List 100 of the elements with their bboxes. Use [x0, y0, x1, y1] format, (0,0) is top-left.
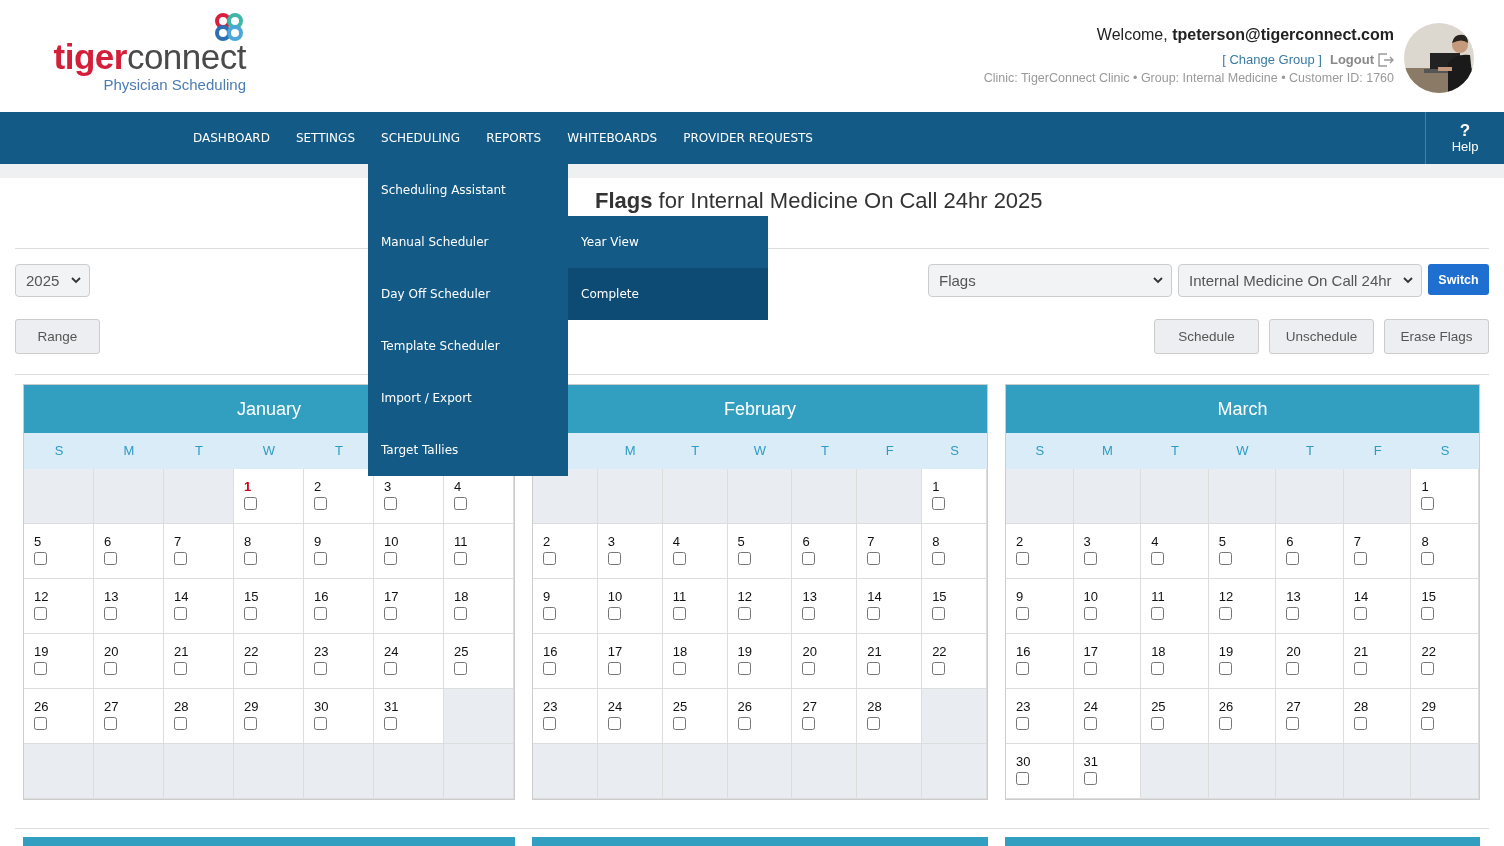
day-checkbox[interactable] — [1421, 552, 1435, 565]
day-checkbox[interactable] — [1083, 607, 1097, 620]
day-checkbox[interactable] — [802, 607, 816, 620]
day-checkbox[interactable] — [1083, 717, 1097, 730]
day-checkbox[interactable] — [737, 717, 751, 730]
day-checkbox[interactable] — [34, 662, 47, 675]
day-checkbox[interactable] — [607, 662, 621, 675]
day-checkbox[interactable] — [1286, 552, 1300, 565]
day-checkbox[interactable] — [1151, 552, 1165, 565]
day-checkbox[interactable] — [454, 552, 467, 565]
day-checkbox[interactable] — [1286, 717, 1300, 730]
nav-item[interactable]: PROVIDER REQUESTS — [670, 112, 826, 164]
day-checkbox[interactable] — [384, 552, 397, 565]
day-checkbox[interactable] — [1421, 662, 1435, 675]
day-checkbox[interactable] — [867, 607, 881, 620]
day-checkbox[interactable] — [1016, 607, 1029, 620]
day-checkbox[interactable] — [867, 717, 881, 730]
day-checkbox[interactable] — [244, 662, 257, 675]
day-checkbox[interactable] — [384, 717, 397, 730]
day-checkbox[interactable] — [174, 717, 187, 730]
day-checkbox[interactable] — [1286, 607, 1300, 620]
nav-item[interactable]: SCHEDULING — [368, 112, 474, 164]
day-checkbox[interactable] — [1353, 607, 1367, 620]
day-checkbox[interactable] — [737, 552, 751, 565]
day-checkbox[interactable] — [1421, 607, 1435, 620]
nav-item[interactable]: DASHBOARD — [180, 112, 283, 164]
day-checkbox[interactable] — [932, 607, 946, 620]
day-checkbox[interactable] — [1016, 772, 1029, 785]
day-checkbox[interactable] — [1218, 717, 1232, 730]
day-checkbox[interactable] — [1083, 552, 1097, 565]
day-checkbox[interactable] — [543, 607, 556, 620]
day-checkbox[interactable] — [174, 552, 187, 565]
day-checkbox[interactable] — [1353, 662, 1367, 675]
day-checkbox[interactable] — [607, 607, 621, 620]
day-checkbox[interactable] — [607, 552, 621, 565]
day-checkbox[interactable] — [314, 717, 327, 730]
day-checkbox[interactable] — [607, 717, 621, 730]
day-checkbox[interactable] — [1421, 717, 1435, 730]
day-checkbox[interactable] — [1218, 552, 1232, 565]
day-checkbox[interactable] — [314, 497, 327, 510]
day-checkbox[interactable] — [104, 717, 117, 730]
action-button[interactable]: Erase Flags — [1384, 319, 1489, 354]
day-checkbox[interactable] — [867, 662, 881, 675]
day-checkbox[interactable] — [1016, 662, 1029, 675]
day-checkbox[interactable] — [384, 607, 397, 620]
day-checkbox[interactable] — [543, 662, 556, 675]
day-checkbox[interactable] — [672, 717, 686, 730]
day-checkbox[interactable] — [314, 552, 327, 565]
day-checkbox[interactable] — [1353, 552, 1367, 565]
day-checkbox[interactable] — [802, 662, 816, 675]
day-checkbox[interactable] — [737, 607, 751, 620]
day-checkbox[interactable] — [867, 552, 881, 565]
day-checkbox[interactable] — [104, 552, 117, 565]
day-checkbox[interactable] — [244, 552, 257, 565]
day-checkbox[interactable] — [384, 497, 397, 510]
day-checkbox[interactable] — [1016, 552, 1029, 565]
day-checkbox[interactable] — [174, 662, 187, 675]
menu-item[interactable]: Scheduling Assistant — [368, 164, 568, 216]
day-checkbox[interactable] — [314, 607, 327, 620]
action-button[interactable]: Unschedule — [1269, 319, 1374, 354]
calendar-select[interactable]: Internal Medicine On Call 24hr — [1178, 264, 1422, 297]
day-checkbox[interactable] — [672, 662, 686, 675]
day-checkbox[interactable] — [802, 717, 816, 730]
day-checkbox[interactable] — [34, 607, 47, 620]
day-checkbox[interactable] — [104, 607, 117, 620]
day-checkbox[interactable] — [737, 662, 751, 675]
day-checkbox[interactable] — [244, 497, 257, 510]
range-button[interactable]: Range — [15, 319, 100, 354]
day-checkbox[interactable] — [1016, 717, 1029, 730]
menu-item[interactable]: Manual Scheduler — [368, 216, 568, 268]
menu-item[interactable]: Template Scheduler — [368, 320, 568, 372]
day-checkbox[interactable] — [454, 662, 467, 675]
day-checkbox[interactable] — [1286, 662, 1300, 675]
day-checkbox[interactable] — [104, 662, 117, 675]
day-checkbox[interactable] — [1151, 717, 1165, 730]
logout-link[interactable]: Logout — [1329, 52, 1394, 67]
day-checkbox[interactable] — [1151, 607, 1165, 620]
submenu-item[interactable]: Year View — [568, 216, 768, 268]
day-checkbox[interactable] — [1083, 772, 1097, 785]
day-checkbox[interactable] — [1218, 607, 1232, 620]
year-select[interactable]: 2025 — [15, 264, 90, 297]
change-group-link[interactable]: [ Change Group ] — [1222, 52, 1322, 67]
day-checkbox[interactable] — [932, 497, 946, 510]
day-checkbox[interactable] — [454, 607, 467, 620]
nav-item[interactable]: WHITEBOARDS — [554, 112, 671, 164]
day-checkbox[interactable] — [1151, 662, 1165, 675]
action-button[interactable]: Schedule — [1154, 319, 1259, 354]
day-checkbox[interactable] — [1083, 662, 1097, 675]
day-checkbox[interactable] — [244, 607, 257, 620]
day-checkbox[interactable] — [543, 717, 556, 730]
day-checkbox[interactable] — [1421, 497, 1435, 510]
day-checkbox[interactable] — [314, 662, 327, 675]
type-select[interactable]: Flags — [928, 264, 1172, 297]
day-checkbox[interactable] — [802, 552, 816, 565]
nav-item[interactable]: REPORTS — [473, 112, 555, 164]
day-checkbox[interactable] — [454, 497, 467, 510]
day-checkbox[interactable] — [34, 552, 47, 565]
day-checkbox[interactable] — [672, 552, 686, 565]
day-checkbox[interactable] — [1353, 717, 1367, 730]
day-checkbox[interactable] — [932, 662, 946, 675]
